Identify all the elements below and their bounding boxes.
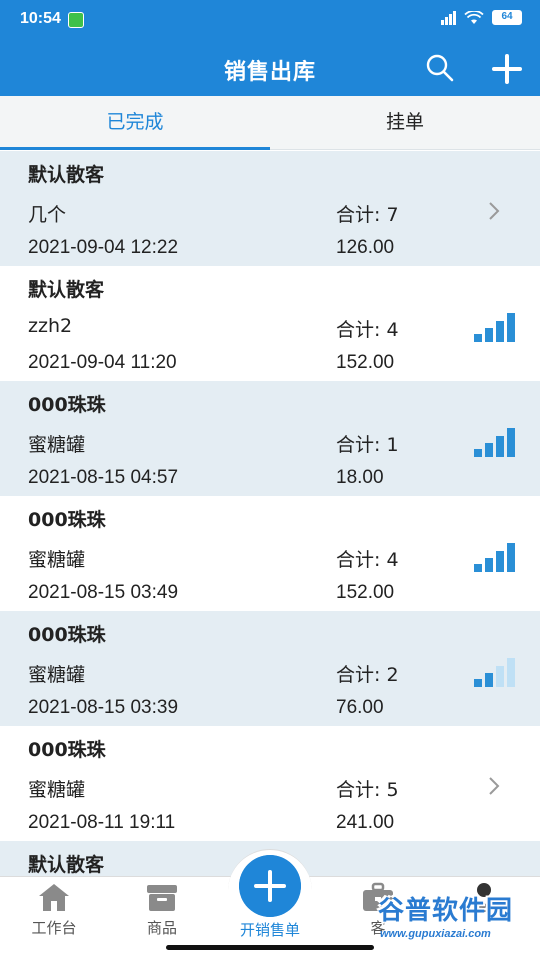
order-total-count: 合计: 2 — [336, 664, 399, 686]
nav-products[interactable]: 商品 — [108, 877, 216, 947]
level-bar — [507, 313, 515, 342]
chevron-right-icon — [489, 777, 500, 795]
order-row[interactable]: 000珠珠 蜜糖罐 合计: 4 2021-08-15 03:49 152.00 — [0, 496, 540, 611]
level-bars-icon — [474, 543, 515, 572]
order-row[interactable]: 默认散客 几个 合计: 7 2021-09-04 12:22 126.00 — [0, 151, 540, 266]
status-icons: 64 — [441, 10, 522, 25]
level-bar — [485, 558, 493, 572]
nav-workbench[interactable]: 工作台 — [0, 877, 108, 947]
box-icon — [147, 885, 177, 911]
order-amount: 152.00 — [336, 582, 395, 603]
order-customer: 000珠珠 — [28, 509, 106, 531]
app-header: 销售出库 — [0, 40, 540, 96]
watermark-logo: 谷普软件园 — [378, 896, 514, 926]
order-item: zzh2 — [28, 315, 73, 337]
level-bar — [496, 551, 504, 572]
order-amount: 126.00 — [336, 237, 395, 258]
active-tab-indicator — [0, 147, 270, 150]
nav-label: 工作台 — [31, 919, 77, 937]
add-icon[interactable] — [490, 52, 524, 86]
watermark-url: www.gupuxiazai.com — [380, 928, 491, 940]
tab-completed[interactable]: 已完成 — [0, 96, 270, 150]
order-date: 2021-09-04 11:20 — [28, 352, 177, 373]
order-amount: 76.00 — [336, 697, 384, 718]
order-customer: 000珠珠 — [28, 394, 106, 416]
order-list[interactable]: 默认散客 几个 合计: 7 2021-09-04 12:22 126.00 默认… — [0, 151, 540, 876]
order-row[interactable]: 默认散客 zzh2 合计: 4 2021-09-04 11:20 152.00 — [0, 266, 540, 381]
wifi-icon — [464, 10, 484, 24]
order-date: 2021-08-11 19:11 — [28, 812, 176, 833]
level-bar — [507, 428, 515, 457]
app-notification-icon — [68, 12, 84, 28]
level-bar — [474, 449, 482, 457]
level-bar — [485, 328, 493, 342]
hd-signal-icon — [441, 10, 456, 25]
order-row[interactable]: 000珠珠 蜜糖罐 合计: 1 2021-08-15 04:57 18.00 — [0, 381, 540, 496]
order-total-count: 合计: 1 — [336, 434, 399, 456]
order-item: 几个 — [28, 204, 67, 226]
level-bars-icon — [474, 658, 515, 687]
level-bar — [496, 321, 504, 342]
level-bars-icon — [474, 313, 515, 342]
order-customer: 默认散客 — [28, 279, 105, 301]
order-total-count: 合计: 5 — [336, 779, 399, 801]
level-bar — [474, 679, 482, 687]
page-title: 销售出库 — [223, 60, 316, 85]
level-bar — [474, 564, 482, 572]
status-tabs: 已完成 挂单 — [0, 96, 540, 150]
level-bar — [485, 443, 493, 457]
level-bar — [496, 666, 504, 687]
level-bar — [485, 673, 493, 687]
order-customer: 000珠珠 — [28, 739, 106, 761]
order-item: 蜜糖罐 — [28, 664, 86, 686]
order-date: 2021-08-15 03:39 — [28, 697, 179, 718]
nav-label: 商品 — [146, 919, 177, 937]
order-row[interactable]: 000珠珠 蜜糖罐 合计: 2 2021-08-15 03:39 76.00 — [0, 611, 540, 726]
order-item: 蜜糖罐 — [28, 779, 86, 801]
watermark: 谷普软件园 www.gupuxiazai.com — [378, 890, 538, 950]
order-amount: 152.00 — [336, 352, 395, 373]
order-date: 2021-08-15 04:57 — [28, 467, 179, 488]
order-total-count: 合计: 7 — [336, 204, 399, 226]
status-bar: 10:54 64 — [0, 0, 540, 40]
order-row[interactable]: 000珠珠 蜜糖罐 合计: 5 2021-08-11 19:11 241.00 — [0, 726, 540, 841]
level-bar — [507, 658, 515, 687]
home-icon — [39, 884, 69, 911]
order-customer: 默认散客 — [28, 854, 105, 876]
order-customer: 默认散客 — [28, 164, 105, 186]
order-item: 蜜糖罐 — [28, 549, 86, 571]
nav-label-new-sale[interactable]: 开销售单 — [216, 919, 324, 940]
tab-on-hold[interactable]: 挂单 — [270, 96, 540, 150]
order-amount: 18.00 — [336, 467, 384, 488]
order-total-count: 合计: 4 — [336, 549, 399, 571]
plus-icon — [239, 855, 301, 917]
order-amount: 241.00 — [336, 812, 395, 833]
level-bar — [474, 334, 482, 342]
level-bars-icon — [474, 428, 515, 457]
order-date: 2021-08-15 03:49 — [28, 582, 179, 603]
chevron-right-icon — [489, 202, 500, 220]
level-bar — [507, 543, 515, 572]
battery-icon: 64 — [492, 10, 522, 25]
home-indicator[interactable] — [166, 945, 374, 950]
order-date: 2021-09-04 12:22 — [28, 237, 179, 258]
status-time: 10:54 — [20, 10, 61, 27]
search-icon[interactable] — [424, 52, 456, 84]
order-item: 蜜糖罐 — [28, 434, 86, 456]
level-bar — [496, 436, 504, 457]
order-customer: 000珠珠 — [28, 624, 106, 646]
order-total-count: 合计: 4 — [336, 319, 399, 341]
